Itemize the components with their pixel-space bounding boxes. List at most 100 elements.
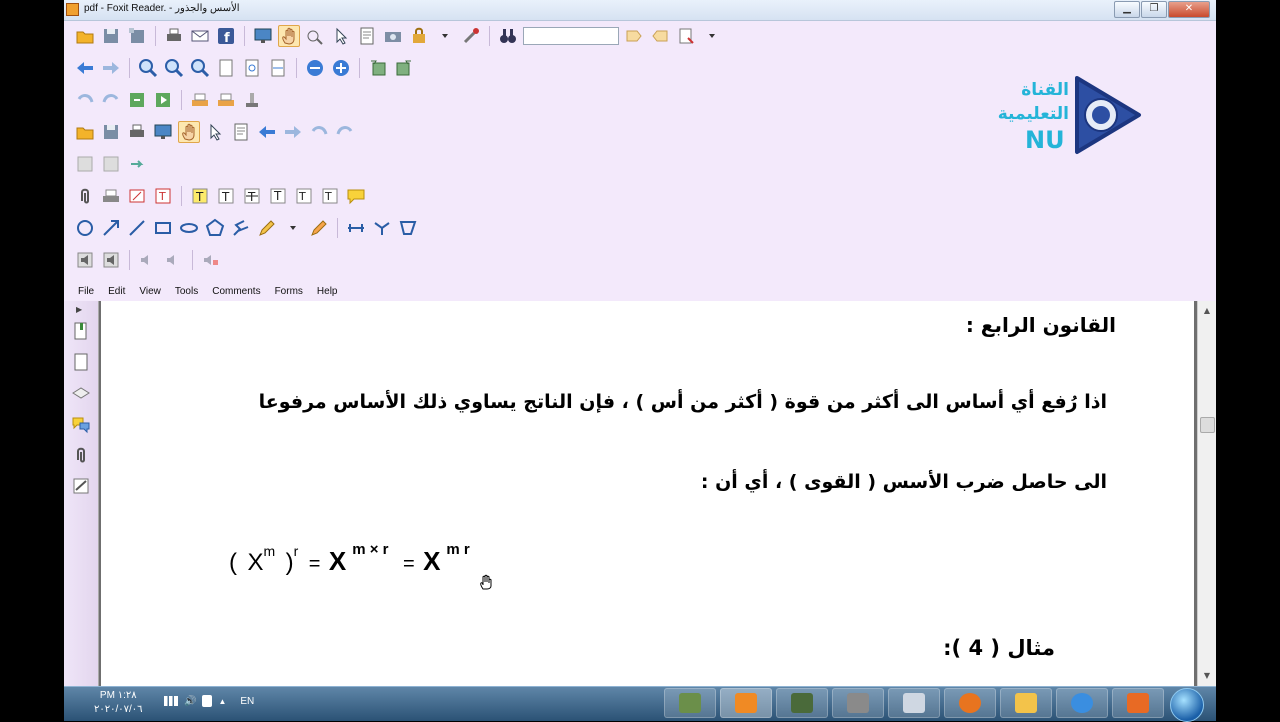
open-folder-2-icon[interactable]	[74, 121, 96, 143]
callout-icon[interactable]	[126, 185, 148, 207]
print-icon[interactable]	[163, 25, 185, 47]
typewriter-alt-icon[interactable]	[215, 89, 237, 111]
save-all-icon[interactable]	[126, 25, 148, 47]
redo-2-icon[interactable]	[334, 121, 356, 143]
taskbar-app-ie[interactable]	[1056, 688, 1108, 718]
text-select-2-icon[interactable]	[230, 121, 252, 143]
pencil-icon[interactable]	[256, 217, 278, 239]
taskbar-app-foxit[interactable]	[720, 688, 772, 718]
scroll-up-icon[interactable]: ▲	[1198, 303, 1216, 319]
actual-size-icon[interactable]	[215, 57, 237, 79]
layers-icon[interactable]	[70, 382, 92, 404]
page-thumb-icon[interactable]	[74, 153, 96, 175]
email-icon[interactable]	[189, 25, 211, 47]
zoom-out-circle-icon[interactable]	[304, 57, 326, 79]
taskbar-app-viewer[interactable]	[664, 688, 716, 718]
textbox-icon[interactable]: T	[152, 185, 174, 207]
start-button[interactable]	[1170, 688, 1204, 722]
minimize-button[interactable]: ▁	[1114, 1, 1140, 18]
forward-arrow-icon[interactable]	[100, 57, 122, 79]
audio-mute-icon[interactable]	[200, 249, 222, 271]
eraser-icon[interactable]	[308, 217, 330, 239]
fullscreen-icon[interactable]	[252, 25, 274, 47]
scroll-thumb[interactable]	[1200, 417, 1215, 433]
attachments-panel-icon[interactable]	[70, 444, 92, 466]
attachment-icon[interactable]	[74, 185, 96, 207]
sound-icon[interactable]	[74, 249, 96, 271]
dropdown-arrow-icon[interactable]	[434, 25, 456, 47]
menu-view[interactable]: View	[139, 286, 161, 297]
show-hidden-icons[interactable]: ▲	[218, 697, 226, 706]
network-icon[interactable]	[164, 696, 178, 706]
typewriter-icon[interactable]	[189, 89, 211, 111]
fullscreen-2-icon[interactable]	[152, 121, 174, 143]
tools-icon[interactable]	[460, 25, 482, 47]
comments-panel-icon[interactable]	[70, 413, 92, 435]
find-next-icon[interactable]	[649, 25, 671, 47]
save-icon[interactable]	[100, 25, 122, 47]
taskbar-app-explorer[interactable]	[1000, 688, 1052, 718]
area-tool-icon[interactable]	[397, 217, 419, 239]
text-select-icon[interactable]	[356, 25, 378, 47]
fit-width-icon[interactable]	[267, 57, 289, 79]
zoom-out-icon[interactable]	[189, 57, 211, 79]
redo-icon[interactable]	[100, 89, 122, 111]
signatures-panel-icon[interactable]	[70, 475, 92, 497]
menu-tools[interactable]: Tools	[175, 286, 198, 297]
audio-next-icon[interactable]	[163, 249, 185, 271]
close-button[interactable]: ✕	[1168, 1, 1210, 18]
find-previous-icon[interactable]	[623, 25, 645, 47]
taskbar-app-ebook[interactable]	[776, 688, 828, 718]
audio-prev-icon[interactable]	[137, 249, 159, 271]
menu-comments[interactable]: Comments	[212, 286, 260, 297]
ellipse-shape-icon[interactable]	[178, 217, 200, 239]
play-icon[interactable]	[152, 89, 174, 111]
taskbar-clock[interactable]: PM ١:٢٨ ٢٠٢٠/٠٧/٠٦	[94, 689, 143, 717]
menu-forms[interactable]: Forms	[275, 286, 303, 297]
squiggly-icon[interactable]: T	[267, 185, 289, 207]
strikeout-icon[interactable]: T	[241, 185, 263, 207]
typewriter-3-icon[interactable]	[100, 185, 122, 207]
vertical-scrollbar[interactable]: ▲ ▼	[1197, 301, 1216, 686]
taskbar-app-network[interactable]	[832, 688, 884, 718]
zoom-marquee-icon[interactable]	[163, 57, 185, 79]
zoom-in-icon[interactable]	[137, 57, 159, 79]
rectangle-shape-icon[interactable]	[152, 217, 174, 239]
insert-text-icon[interactable]: T	[319, 185, 341, 207]
action-center-icon[interactable]	[202, 695, 213, 707]
camera-icon[interactable]	[382, 25, 404, 47]
volume-icon[interactable]: 🔊	[184, 696, 196, 707]
snapshot-icon[interactable]	[304, 25, 326, 47]
back-arrow-2-icon[interactable]	[256, 121, 278, 143]
pages-panel-icon[interactable]	[70, 351, 92, 373]
polygon-shape-icon[interactable]	[204, 217, 226, 239]
zoom-in-circle-icon[interactable]	[330, 57, 352, 79]
bookmarks-icon[interactable]	[70, 320, 92, 342]
search-options-icon[interactable]	[675, 25, 697, 47]
page-move-icon[interactable]	[126, 153, 148, 175]
line-shape-icon[interactable]	[126, 217, 148, 239]
pencil-dropdown-icon[interactable]	[282, 217, 304, 239]
circle-shape-icon[interactable]	[74, 217, 96, 239]
note-icon[interactable]	[345, 185, 367, 207]
replace-text-icon[interactable]: T	[293, 185, 315, 207]
facebook-icon[interactable]: f	[215, 25, 237, 47]
save-2-icon[interactable]	[100, 121, 122, 143]
highlight-icon[interactable]: T	[189, 185, 211, 207]
movie-icon[interactable]	[100, 249, 122, 271]
select-arrow-icon[interactable]	[330, 25, 352, 47]
underline-icon[interactable]: T	[215, 185, 237, 207]
perimeter-tool-icon[interactable]	[371, 217, 393, 239]
language-indicator[interactable]: EN	[240, 696, 254, 707]
taskbar-app-calculator[interactable]	[888, 688, 940, 718]
find-input[interactable]	[523, 27, 619, 45]
maximize-button[interactable]: ❐	[1141, 1, 1167, 18]
arrow-shape-icon[interactable]	[100, 217, 122, 239]
rms-lock-icon[interactable]	[408, 25, 430, 47]
binoculars-icon[interactable]	[497, 25, 519, 47]
print-2-icon[interactable]	[126, 121, 148, 143]
menu-file[interactable]: File	[78, 286, 94, 297]
hand-tool-2-icon[interactable]	[178, 121, 200, 143]
menu-edit[interactable]: Edit	[108, 286, 125, 297]
rotate-right-icon[interactable]	[393, 57, 415, 79]
